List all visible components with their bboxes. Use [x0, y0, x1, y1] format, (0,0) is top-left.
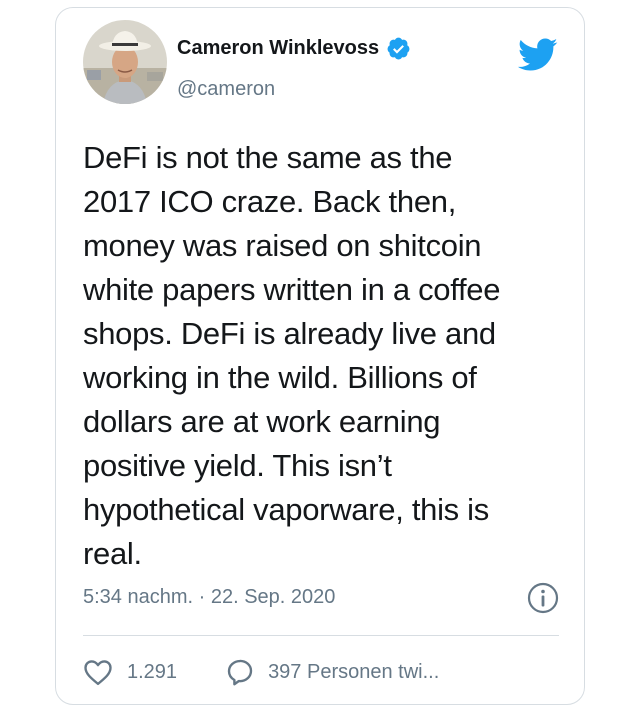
author-name[interactable]: Cameron Winklevoss — [177, 36, 411, 61]
retweeters-button[interactable]: 397 Personen twi... — [225, 657, 439, 687]
like-button[interactable]: 1.291 — [83, 658, 177, 686]
tweet-line: dollars are at work earning — [83, 404, 441, 439]
author-name-text[interactable]: Cameron Winklevoss — [177, 37, 379, 60]
divider — [83, 635, 559, 636]
avatar[interactable] — [83, 20, 167, 104]
retweeters-label: 397 Personen twi... — [268, 660, 440, 683]
tweet-line: DeFi is not the same as the — [83, 140, 453, 175]
tweet-line: 2017 ICO craze. Back then, — [83, 184, 457, 219]
author-handle[interactable]: @cameron — [177, 78, 275, 101]
tweet-card: Cameron Winklevoss @cameron DeFi is not … — [55, 7, 585, 705]
tweet-line: positive yield. This isn’t — [83, 448, 392, 483]
tweet-line: shops. DeFi is already live and — [83, 316, 496, 351]
twitter-bird-icon[interactable] — [517, 38, 558, 72]
speech-bubble-icon — [227, 659, 253, 686]
info-icon[interactable] — [526, 581, 560, 615]
tweet-line: working in the wild. Billions of — [83, 360, 477, 395]
like-count: 1.291 — [127, 660, 178, 683]
tweet-line: hypothetical vaporware, this is — [83, 492, 489, 527]
action-bar: 1.291 397 Personen twi... — [83, 654, 439, 690]
tweet-line: real. — [83, 536, 142, 571]
tweet-timestamp[interactable]: 5:34 nachm. · 22. Sep. 2020 — [83, 586, 335, 609]
tweet-line: money was raised on shitcoin — [83, 228, 482, 263]
heart-icon — [84, 660, 112, 686]
tweet-line: white papers written in a coffee — [83, 272, 501, 307]
tweet-text: DeFi is not the same as the 2017 ICO cra… — [83, 136, 563, 576]
verified-badge-icon — [386, 36, 411, 61]
